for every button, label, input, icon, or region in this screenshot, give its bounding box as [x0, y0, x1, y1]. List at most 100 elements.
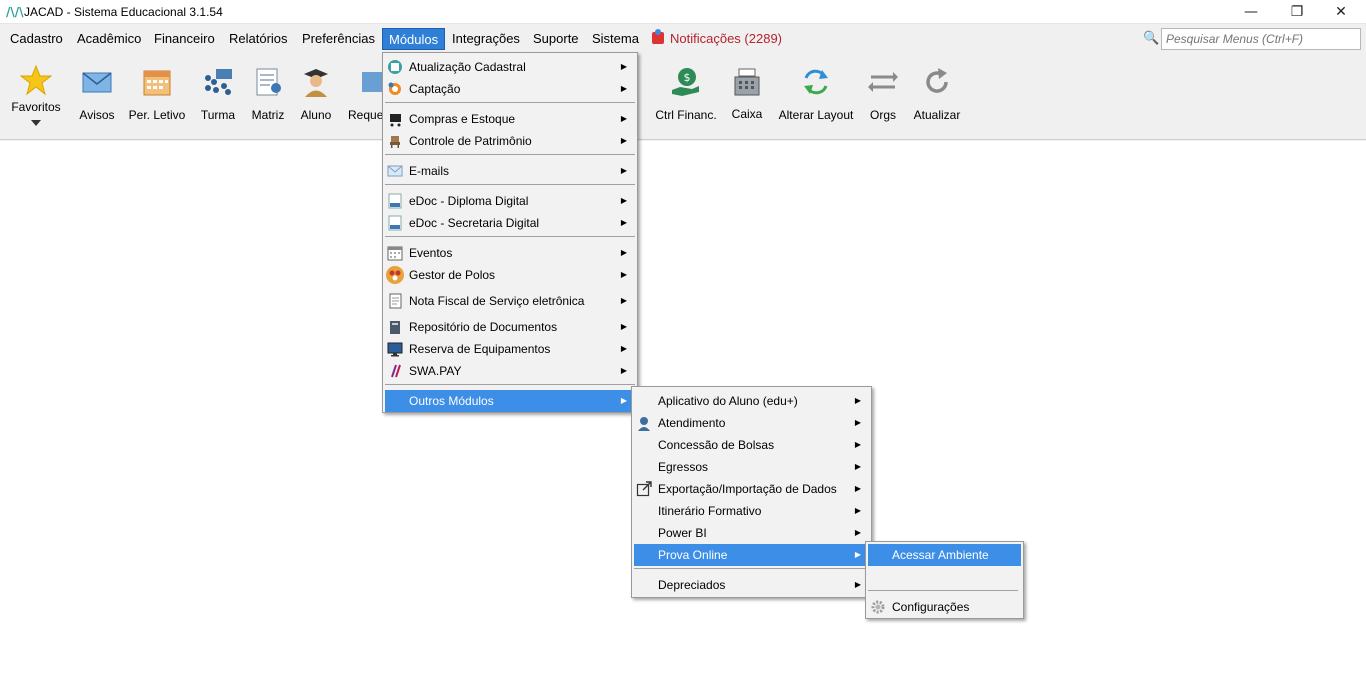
refresh-layout-icon — [804, 69, 828, 95]
requerimento-label: Reque — [348, 108, 384, 122]
orgs-button[interactable]: Orgs — [864, 54, 902, 140]
chair-icon — [390, 136, 400, 148]
menu-cadastro[interactable]: Cadastro — [4, 28, 69, 50]
envelope-icon — [82, 72, 112, 93]
menu-relatorios[interactable]: Relatórios — [223, 28, 294, 50]
turma-label: Turma — [200, 108, 236, 122]
menu-item-compras-estoque[interactable]: Compras e Estoque ▶ — [385, 108, 635, 130]
menu-item-reserva-equipamentos[interactable]: Reserva de Equipamentos ▶ — [385, 338, 635, 360]
menu-suporte[interactable]: Suporte — [527, 28, 585, 50]
avisos-button[interactable]: Avisos — [72, 54, 122, 140]
menu-integracoes[interactable]: Integrações — [446, 28, 526, 50]
notification-icon — [652, 29, 664, 44]
toolbar: Favoritos Avisos Per. Letivo Turma Matri… — [0, 54, 1366, 140]
menu-item-depreciados[interactable]: Depreciados ▶ — [634, 574, 869, 596]
turma-button[interactable]: Turma — [194, 54, 242, 140]
money-hand-icon: $ — [672, 68, 699, 96]
ctrl-financ-button[interactable]: $ Ctrl Financ. — [652, 54, 720, 140]
menu-item-captacao[interactable]: Captação ▶ — [385, 78, 635, 100]
submenu-arrow-icon: ▶ — [620, 344, 627, 353]
menu-separator — [385, 154, 635, 155]
requerimento-button[interactable]: Reque — [344, 54, 384, 140]
menu-item-eventos[interactable]: Eventos ▶ — [385, 242, 635, 264]
menu-item-configuracoes[interactable]: Configurações — [868, 596, 1021, 618]
cart-icon — [390, 114, 401, 127]
prova-online-menu: Acessar Ambiente Configurações — [865, 541, 1024, 619]
menu-item-outros-modulos[interactable]: Outros Módulos ▶ — [385, 390, 635, 412]
submenu-arrow-icon: ▶ — [854, 580, 861, 589]
menu-modulos[interactable]: Módulos — [382, 28, 446, 50]
per-letivo-button[interactable]: Per. Letivo — [126, 54, 188, 140]
alterar-layout-button[interactable]: Alterar Layout — [776, 54, 856, 140]
menu-item-itinerario-formativo[interactable]: Itinerário Formativo ▶ — [634, 500, 869, 522]
menu-item-swa-pay[interactable]: SWA.PAY ▶ — [385, 360, 635, 382]
submenu-arrow-icon: ▶ — [854, 440, 861, 449]
menu-preferencias[interactable]: Preferências — [296, 28, 381, 50]
menu-item-aplicativo-aluno[interactable]: Aplicativo do Aluno (edu+) ▶ — [634, 390, 869, 412]
menu-separator — [634, 568, 869, 569]
menu-sistema[interactable]: Sistema — [586, 28, 645, 50]
notifications-label: Notificações (2289) — [670, 31, 782, 46]
menu-item-acessar-ambiente[interactable]: Acessar Ambiente — [868, 544, 1021, 566]
menu-academico[interactable]: Acadêmico — [71, 28, 147, 50]
close-icon[interactable]: ✕ — [1318, 0, 1364, 24]
class-group-icon — [205, 69, 232, 95]
submenu-arrow-icon: ▶ — [854, 396, 861, 405]
menu-item-egressos[interactable]: Egressos ▶ — [634, 456, 869, 478]
submenu-arrow-icon: ▶ — [854, 462, 861, 471]
submenu-arrow-icon: ▶ — [620, 248, 627, 257]
submenu-arrow-icon: ▶ — [620, 366, 627, 375]
matriz-button[interactable]: Matriz — [246, 54, 290, 140]
menu-item-prova-online[interactable]: Prova Online ▶ — [634, 544, 869, 566]
aluno-button[interactable]: Aluno — [294, 54, 338, 140]
menu-item-power-bi[interactable]: Power BI ▶ — [634, 522, 869, 544]
submenu-arrow-icon: ▶ — [620, 136, 627, 145]
email-icon — [387, 165, 403, 177]
menu-item-concessao-bolsas[interactable]: Concessão de Bolsas ▶ — [634, 434, 869, 456]
cash-register-icon — [734, 68, 760, 96]
menu-item-atualizacao-cadastral[interactable]: Atualização Cadastral ▶ — [385, 56, 635, 78]
avisos-label: Avisos — [79, 108, 115, 122]
submenu-arrow-icon: ▶ — [620, 166, 627, 175]
swa-pay-icon — [391, 364, 401, 378]
search-input[interactable] — [1161, 28, 1361, 50]
menu-item-repositorio-documentos[interactable]: Repositório de Documentos ▶ — [385, 316, 635, 338]
poles-icon — [386, 266, 404, 284]
menu-item-controle-patrimonio[interactable]: Controle de Patrimônio ▶ — [385, 130, 635, 152]
menu-item-exportacao-importacao[interactable]: Exportação/Importação de Dados ▶ — [634, 478, 869, 500]
event-calendar-icon — [387, 246, 403, 261]
submenu-arrow-icon: ▶ — [620, 322, 627, 331]
monitor-icon — [387, 342, 403, 357]
menu-item-nota-fiscal[interactable]: Nota Fiscal de Serviço eletrônica ▶ — [385, 290, 635, 312]
submenu-arrow-icon: ▶ — [620, 296, 627, 305]
ctrl-financ-label: Ctrl Financ. — [655, 108, 717, 122]
atualizar-button[interactable]: Atualizar — [910, 54, 964, 140]
notifications-link[interactable]: Notificações (2289) — [652, 28, 782, 50]
submenu-arrow-icon: ▶ — [854, 528, 861, 537]
request-icon — [362, 72, 384, 92]
favoritos-button[interactable]: Favoritos — [6, 54, 66, 140]
submenu-arrow-icon: ▶ — [620, 114, 627, 123]
modulos-menu: Atualização Cadastral ▶ Captação ▶ Compras… — [382, 52, 638, 413]
target-icon — [388, 82, 401, 95]
menu-item-atendimento[interactable]: Atendimento ▶ — [634, 412, 869, 434]
menu-item-edoc-diploma[interactable]: eDoc - Diploma Digital ▶ — [385, 190, 635, 212]
orgs-label: Orgs — [869, 108, 896, 122]
menu-separator — [868, 590, 1018, 591]
search-box: 🔍 — [1143, 28, 1361, 50]
caixa-button[interactable]: Caixa — [726, 54, 768, 140]
chevron-down-icon — [31, 120, 41, 126]
menu-financeiro[interactable]: Financeiro — [148, 28, 221, 50]
alterar-layout-label: Alterar Layout — [778, 108, 854, 122]
switch-arrows-icon — [868, 72, 898, 92]
restore-icon[interactable]: ❐ — [1274, 0, 1320, 24]
submenu-arrow-icon: ▶ — [620, 84, 627, 93]
window-title: JACAD - Sistema Educacional 3.1.54 — [24, 5, 223, 19]
minimize-icon[interactable]: — — [1228, 0, 1274, 24]
menu-item-edoc-secretaria[interactable]: eDoc - Secretaria Digital ▶ — [385, 212, 635, 234]
invoice-icon — [389, 293, 402, 309]
submenu-arrow-icon: ▶ — [854, 506, 861, 515]
menu-item-gestor-polos[interactable]: Gestor de Polos ▶ — [385, 264, 635, 286]
caixa-label: Caixa — [731, 107, 763, 121]
menu-item-emails[interactable]: E-mails ▶ — [385, 160, 635, 182]
